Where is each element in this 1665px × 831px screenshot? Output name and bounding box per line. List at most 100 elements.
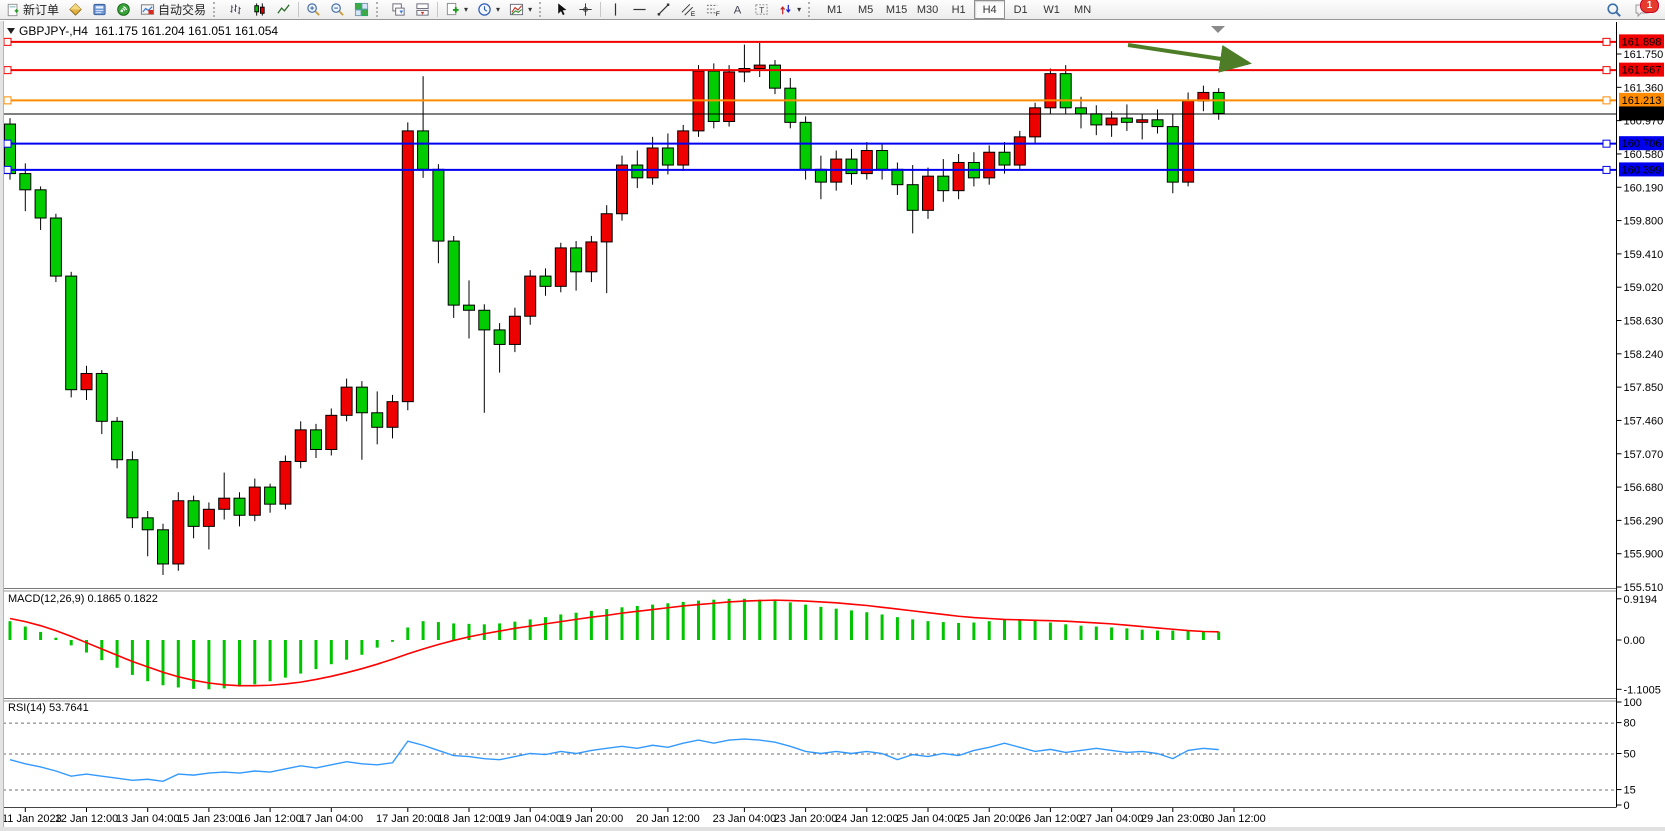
zoom-out-button[interactable] <box>326 0 349 19</box>
bar-chart-button[interactable] <box>224 0 247 19</box>
candle <box>999 142 1010 174</box>
timeframe-button-mn[interactable]: MN <box>1067 0 1098 19</box>
candle <box>770 60 781 94</box>
candlestick-series <box>5 43 1225 575</box>
line-anchor-marker[interactable] <box>4 67 11 74</box>
chart-shift-marker[interactable] <box>1211 26 1225 33</box>
candle <box>418 76 429 178</box>
candle <box>265 484 276 513</box>
tile-windows-button[interactable] <box>350 0 373 19</box>
svg-text:50: 50 <box>1624 749 1636 761</box>
candle <box>1060 65 1071 114</box>
candle <box>35 186 46 230</box>
svg-text:15: 15 <box>1624 785 1636 797</box>
time-axis[interactable]: 11 Jan 202312 Jan 12:0013 Jan 04:0015 Ja… <box>2 808 1266 825</box>
candle <box>877 144 888 180</box>
template-icon <box>509 2 524 17</box>
window-left-border <box>0 21 4 831</box>
trend-arrow-annotation[interactable] <box>1128 45 1248 63</box>
svg-text:E: E <box>691 11 696 17</box>
gold-ingot-icon <box>68 2 83 17</box>
line-anchor-marker[interactable] <box>4 97 11 104</box>
svg-text:161.898: 161.898 <box>1622 36 1662 48</box>
line-anchor-marker[interactable] <box>1603 166 1610 173</box>
text-tool-button[interactable]: A <box>726 0 749 19</box>
line-chart-button[interactable] <box>272 0 295 19</box>
data-window-button[interactable] <box>88 0 111 19</box>
vertical-line-button[interactable] <box>604 0 627 19</box>
candle <box>861 142 872 180</box>
label-tool-button[interactable]: T <box>750 0 773 19</box>
timeframe-button-m15[interactable]: M15 <box>881 0 912 19</box>
candle <box>158 524 169 575</box>
candle <box>295 421 306 468</box>
line-anchor-marker[interactable] <box>1603 97 1610 104</box>
cascade-windows-button[interactable] <box>387 0 410 19</box>
line-anchor-marker[interactable] <box>4 38 11 45</box>
market-watch-button[interactable] <box>64 0 87 19</box>
new-chart-button[interactable]: ▾ <box>441 0 472 19</box>
notifications-button[interactable]: 1 <box>1630 0 1655 19</box>
chart-canvas[interactable]: 161.750161.360160.970160.580160.190159.8… <box>0 21 1665 831</box>
line-anchor-marker[interactable] <box>1603 140 1610 147</box>
price-badge-resistance-line: 161.898 <box>1619 34 1664 48</box>
signals-button[interactable] <box>112 0 135 19</box>
line-anchor-marker[interactable] <box>1603 67 1610 74</box>
candle <box>892 162 903 194</box>
chevron-down-icon: ▾ <box>528 5 532 14</box>
equidistant-channel-button[interactable]: E <box>676 0 700 19</box>
svg-text:159.800: 159.800 <box>1624 216 1664 228</box>
svg-text:19 Jan 20:00: 19 Jan 20:00 <box>560 813 624 825</box>
svg-text:155.900: 155.900 <box>1624 549 1664 561</box>
candle <box>509 308 520 352</box>
candlestick-chart-button[interactable] <box>248 0 271 19</box>
horizontal-line-button[interactable] <box>628 0 651 19</box>
candle <box>311 424 322 458</box>
line-anchor-marker[interactable] <box>4 166 11 173</box>
timeframe-button-w1[interactable]: W1 <box>1036 0 1067 19</box>
svg-text:161.750: 161.750 <box>1624 49 1664 61</box>
one-click-trading-arrow-icon[interactable] <box>7 28 15 34</box>
candle <box>555 243 566 293</box>
cursor-button[interactable] <box>550 0 573 19</box>
svg-text:160.580: 160.580 <box>1624 149 1664 161</box>
candle <box>1045 69 1056 114</box>
panel-splitter[interactable] <box>2 588 1617 591</box>
fibonacci-button[interactable]: F <box>701 0 725 19</box>
templates-button[interactable]: ▾ <box>505 0 536 19</box>
candle <box>81 366 92 400</box>
panel-splitter[interactable] <box>2 698 1617 701</box>
autotrade-button[interactable]: 自动交易 <box>136 0 210 19</box>
new-order-button[interactable]: 新订单 <box>2 0 63 19</box>
periods-button[interactable]: ▾ <box>473 0 504 19</box>
line-anchor-marker[interactable] <box>1603 38 1610 45</box>
rsi-level-lines <box>3 723 1617 790</box>
candle <box>1183 92 1194 186</box>
cursor-icon <box>554 2 569 17</box>
arrows-tool-button[interactable]: ▾ <box>774 0 805 19</box>
timeframe-button-h1[interactable]: H1 <box>943 0 974 19</box>
timeframe-button-m1[interactable]: M1 <box>819 0 850 19</box>
svg-text:17 Jan 04:00: 17 Jan 04:00 <box>299 813 363 825</box>
svg-text:157.070: 157.070 <box>1624 449 1664 461</box>
arrange-windows-button[interactable] <box>411 0 434 19</box>
candle <box>356 381 367 460</box>
timeframe-button-h4[interactable]: H4 <box>974 0 1005 19</box>
trendline-button[interactable] <box>652 0 675 19</box>
timeframe-button-m30[interactable]: M30 <box>912 0 943 19</box>
search-button[interactable] <box>1602 0 1626 19</box>
chart-symbol-label[interactable]: GBPJPY-,H4 161.175 161.204 161.051 161.0… <box>7 24 278 38</box>
svg-text:F: F <box>716 11 720 17</box>
timeframe-button-m5[interactable]: M5 <box>850 0 881 19</box>
candle <box>601 205 612 293</box>
zoom-in-button[interactable] <box>302 0 325 19</box>
candle <box>173 492 184 571</box>
timeframe-button-d1[interactable]: D1 <box>1005 0 1036 19</box>
toolbar-grip <box>808 2 816 17</box>
line-anchor-marker[interactable] <box>4 140 11 147</box>
candle <box>662 133 673 174</box>
cascade-windows-icon <box>391 2 406 17</box>
line-chart-icon <box>276 2 291 17</box>
crosshair-button[interactable] <box>574 0 597 19</box>
svg-text:156.680: 156.680 <box>1624 482 1664 494</box>
